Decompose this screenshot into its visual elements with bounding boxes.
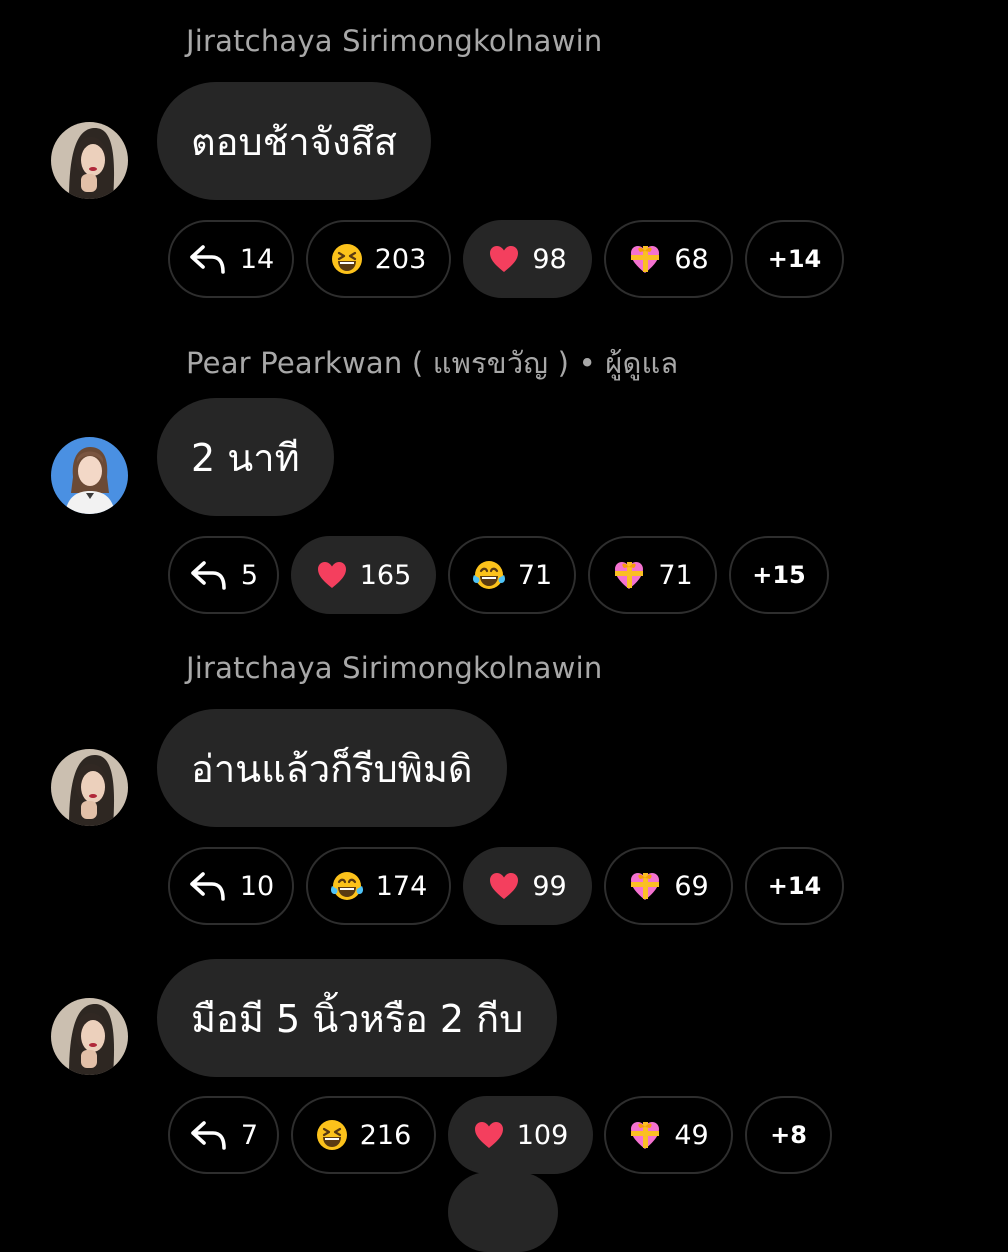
reaction-red-heart[interactable]: 98: [463, 220, 592, 298]
red-heart-emoji-icon: [488, 871, 520, 901]
more-reactions-count: +14: [767, 245, 822, 273]
reaction-count: 216: [359, 1119, 412, 1151]
sender-name: Jiratchaya Sirimongkolnawin: [186, 24, 603, 58]
reaction-count: 71: [658, 559, 693, 591]
reaction-red-heart[interactable]: 109: [448, 1096, 593, 1174]
reply-arrow-icon: [189, 1118, 229, 1152]
reaction-count: 99: [532, 870, 567, 902]
more-reactions-count: +15: [752, 561, 806, 589]
reaction-tears-of-joy[interactable]: 174: [306, 847, 451, 925]
message-bubble[interactable]: 2 นาที: [157, 398, 334, 516]
reaction-count: 71: [517, 559, 553, 591]
red-heart-emoji-icon: [473, 1120, 505, 1150]
heart-ribbon-emoji-icon: [612, 559, 646, 591]
next-message-bubble-partial[interactable]: [448, 1172, 558, 1252]
reply-arrow-icon: [189, 558, 229, 592]
reply-count-button[interactable]: 7: [168, 1096, 279, 1174]
reaction-count: 203: [374, 243, 427, 275]
red-heart-emoji-icon: [316, 560, 348, 590]
sender-name: Jiratchaya Sirimongkolnawin: [186, 651, 603, 685]
avatar[interactable]: [51, 437, 128, 514]
reaction-count: 69: [674, 870, 709, 902]
grinning-squint-emoji-icon: [331, 243, 363, 275]
tears-of-joy-emoji-icon: [330, 870, 364, 902]
more-reactions-button[interactable]: +15: [729, 536, 829, 614]
reaction-tears-of-joy[interactable]: 71: [448, 536, 576, 614]
more-reactions-count: +8: [770, 1121, 807, 1149]
reply-count: 5: [240, 559, 259, 591]
reaction-count: 49: [674, 1119, 709, 1151]
reply-count: 7: [240, 1119, 259, 1151]
sender-name: Pear Pearkwan ( แพรขวัญ ) • ผู้ดูแล: [186, 346, 679, 380]
reaction-grinning-squint[interactable]: 216: [291, 1096, 436, 1174]
tears-of-joy-emoji-icon: [472, 559, 506, 591]
reply-count-button[interactable]: 14: [168, 220, 294, 298]
grinning-squint-emoji-icon: [316, 1119, 348, 1151]
message-bubble[interactable]: อ่านแล้วก็รีบพิมดิ: [157, 709, 507, 827]
reply-count-button[interactable]: 5: [168, 536, 279, 614]
reply-count-button[interactable]: 10: [168, 847, 294, 925]
reaction-heart-ribbon[interactable]: 49: [604, 1096, 733, 1174]
heart-ribbon-emoji-icon: [628, 1119, 662, 1151]
more-reactions-button[interactable]: +8: [745, 1096, 832, 1174]
message-bubble[interactable]: ตอบช้าจังสึส: [157, 82, 431, 200]
reaction-count: 174: [375, 870, 428, 902]
heart-ribbon-emoji-icon: [628, 870, 662, 902]
reply-count: 14: [239, 243, 275, 275]
reaction-red-heart[interactable]: 165: [291, 536, 436, 614]
avatar[interactable]: [51, 122, 128, 199]
avatar[interactable]: [51, 998, 128, 1075]
reaction-count: 68: [674, 243, 709, 275]
more-reactions-button[interactable]: +14: [745, 220, 844, 298]
avatar[interactable]: [51, 749, 128, 826]
reply-count: 10: [239, 870, 275, 902]
reaction-grinning-squint[interactable]: 203: [306, 220, 451, 298]
reaction-heart-ribbon[interactable]: 69: [604, 847, 733, 925]
more-reactions-button[interactable]: +14: [745, 847, 844, 925]
more-reactions-count: +14: [767, 872, 822, 900]
reaction-count: 98: [532, 243, 567, 275]
reaction-heart-ribbon[interactable]: 71: [588, 536, 717, 614]
red-heart-emoji-icon: [488, 244, 520, 274]
reply-arrow-icon: [188, 242, 228, 276]
message-feed: Jiratchaya Sirimongkolnawin ตอบช้าจังสึส…: [0, 0, 1008, 1252]
reaction-heart-ribbon[interactable]: 68: [604, 220, 733, 298]
reaction-red-heart[interactable]: 99: [463, 847, 592, 925]
reaction-count: 165: [359, 559, 412, 591]
reaction-count: 109: [516, 1119, 569, 1151]
message-bubble[interactable]: มือมี 5 นิ้วหรือ 2 กีบ: [157, 959, 558, 1077]
heart-ribbon-emoji-icon: [628, 243, 662, 275]
reply-arrow-icon: [188, 869, 228, 903]
